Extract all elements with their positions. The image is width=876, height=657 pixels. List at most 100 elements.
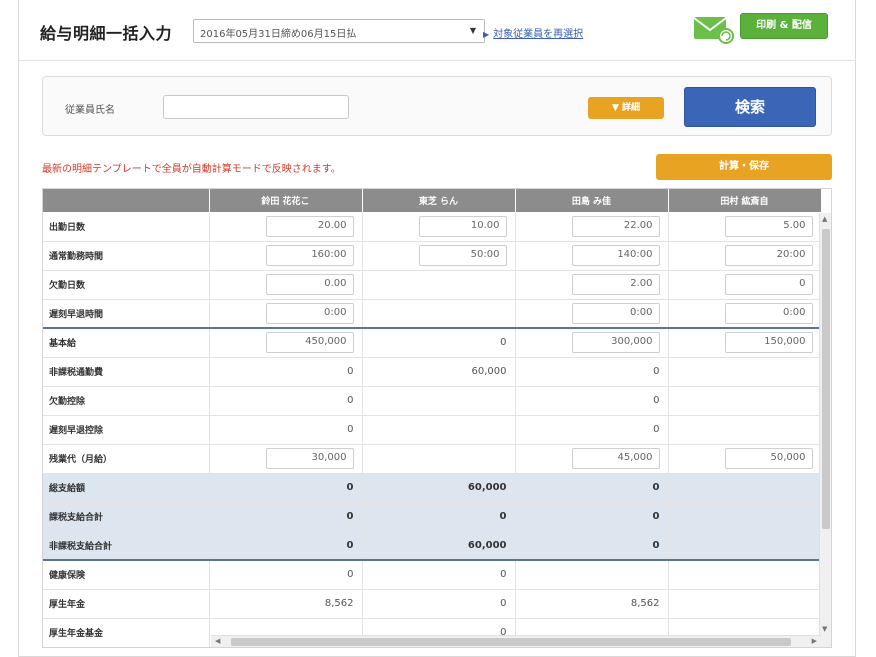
column-header: 鈴田 花花こ	[209, 189, 363, 212]
table-row: 欠勤日数 0.00 2.00 0	[43, 270, 822, 300]
table-row: 課税支給合計 0 0 0	[43, 502, 822, 532]
cell-input[interactable]: 150,000	[724, 332, 813, 354]
table-cell	[668, 473, 822, 503]
horizontal-scroll-thumb[interactable]	[231, 638, 791, 646]
table-cell	[362, 270, 516, 300]
table-row: 非課税通勤費 0 60,000 0	[43, 357, 822, 387]
table-row: 厚生年金 8,562 0 8,562	[43, 589, 822, 619]
period-value: 2016年05月31日締め06月15日払	[200, 29, 357, 40]
table-row: 出勤日数 20.00 10.00 22.00 5.00	[43, 212, 822, 242]
cell-input[interactable]: 140:00	[571, 245, 660, 266]
table-cell: 0	[209, 531, 363, 561]
cell-input[interactable]: 0:00	[571, 302, 660, 324]
search-button[interactable]: 検索	[684, 87, 816, 127]
cell-input[interactable]: 30,000	[265, 448, 354, 469]
table-cell	[362, 415, 516, 445]
scroll-up-icon[interactable]: ▲	[822, 215, 827, 223]
table-cell: 0	[362, 559, 516, 590]
table-cell: 50,000	[668, 444, 822, 474]
cell-input[interactable]: 5.00	[724, 215, 813, 237]
column-header	[43, 189, 210, 212]
cell-input[interactable]: 20.00	[265, 215, 354, 237]
table-cell: 0	[362, 502, 516, 532]
cell-input[interactable]: 2.00	[571, 274, 660, 295]
detail-button[interactable]: ▼ 詳細	[588, 97, 664, 119]
table-cell: 2.00	[515, 270, 669, 300]
vertical-scrollbar[interactable]: ▲ ▼	[819, 213, 831, 647]
table-cell	[668, 386, 822, 416]
header: 給与明細一括入力 2016年05月31日締め06月15日払 ▼ ▶ 対象従業員を再…	[18, 0, 856, 60]
table-row: 遅刻早退控除 0 0	[43, 415, 822, 445]
column-header: 田村 紘斎自	[668, 189, 822, 212]
cell-input[interactable]: 160:00	[265, 245, 354, 266]
horizontal-scrollbar[interactable]: ◀ ▶	[211, 635, 821, 647]
cell-input[interactable]: 45,000	[571, 448, 660, 469]
table-row: 残業代（月給） 30,000 45,000 50,000	[43, 444, 822, 474]
table-cell: 0	[362, 327, 516, 358]
scroll-down-icon[interactable]: ▼	[822, 625, 827, 633]
table-cell: 8,562	[209, 589, 363, 619]
cell-input[interactable]: 450,000	[265, 332, 354, 354]
table-cell: 0:00	[209, 299, 363, 329]
table-cell: 0	[515, 473, 669, 503]
table-cell: 0	[515, 386, 669, 416]
cell-input[interactable]: 300,000	[571, 332, 660, 354]
cell-input[interactable]: 22.00	[571, 215, 660, 237]
table-cell: 5.00	[668, 212, 822, 242]
column-header: 東芝 らん	[362, 189, 516, 212]
employee-name-input[interactable]	[163, 95, 349, 119]
table-cell: 0	[209, 559, 363, 590]
table-cell	[362, 299, 516, 329]
row-label: 遅刻早退時間	[43, 299, 210, 329]
table-row: 欠勤控除 0 0	[43, 386, 822, 416]
table-cell: 45,000	[515, 444, 669, 474]
mail-icon[interactable]	[693, 14, 735, 44]
row-label: 通常勤務時間	[43, 241, 210, 271]
table-cell: 0.00	[209, 270, 363, 300]
scroll-left-icon[interactable]: ◀	[215, 637, 220, 645]
row-label: 遅刻早退控除	[43, 415, 210, 445]
table-cell: 0	[515, 415, 669, 445]
table-cell	[668, 559, 822, 590]
cell-input[interactable]: 0:00	[265, 302, 354, 324]
table-row: 通常勤務時間 160:00 50:00 140:00 20:00	[43, 241, 822, 271]
payroll-grid: 鈴田 花花こ 東芝 らん 田島 み佳 田村 紘斎自 出勤日数 20.00 10.00…	[42, 188, 832, 648]
cell-input[interactable]: 50,000	[724, 448, 813, 469]
column-header: 田島 み佳	[515, 189, 669, 212]
table-header-row: 鈴田 花花こ 東芝 らん 田島 み佳 田村 紘斎自	[43, 189, 822, 212]
row-label: 欠勤控除	[43, 386, 210, 416]
table-cell: 450,000	[209, 327, 363, 358]
table-cell: 300,000	[515, 327, 669, 358]
table-cell: 140:00	[515, 241, 669, 271]
row-label: 残業代（月給）	[43, 444, 210, 474]
scroll-right-icon[interactable]: ▶	[812, 637, 817, 645]
table-cell: 0	[515, 502, 669, 532]
row-label: 総支給額	[43, 473, 210, 503]
period-select[interactable]: 2016年05月31日締め06月15日払 ▼	[193, 19, 485, 43]
cell-input[interactable]: 50:00	[418, 245, 507, 266]
cell-input[interactable]: 20:00	[724, 245, 813, 266]
row-label: 非課税通勤費	[43, 357, 210, 387]
calc-save-button[interactable]: 計算・保存	[656, 154, 832, 180]
row-label: 出勤日数	[43, 212, 210, 242]
cell-input[interactable]: 0.00	[265, 274, 354, 295]
row-label: 健康保険	[43, 559, 210, 590]
notice-text: 最新の明細テンプレートで全員が自動計算モードで反映されます。	[42, 164, 341, 175]
row-label: 厚生年金	[43, 589, 210, 619]
cell-input[interactable]: 0	[724, 274, 813, 295]
cell-input[interactable]: 10.00	[418, 215, 507, 237]
table-cell: 60,000	[362, 473, 516, 503]
table-cell: 0:00	[668, 299, 822, 329]
reselect-employees-link[interactable]: ▶ 対象従業員を再選択	[483, 25, 583, 40]
table-cell: 22.00	[515, 212, 669, 242]
print-deliver-button[interactable]: 印刷 & 配信	[740, 13, 828, 39]
table-cell: 0	[209, 502, 363, 532]
cell-input[interactable]: 0:00	[724, 302, 813, 324]
table-row: 健康保険 0 0	[43, 559, 822, 590]
table-cell: 20:00	[668, 241, 822, 271]
table-row: 基本給 450,000 0 300,000 150,000	[43, 327, 822, 358]
table-cell	[668, 357, 822, 387]
vertical-scroll-thumb[interactable]	[822, 229, 830, 529]
table-cell	[668, 589, 822, 619]
table-cell: 0	[209, 473, 363, 503]
